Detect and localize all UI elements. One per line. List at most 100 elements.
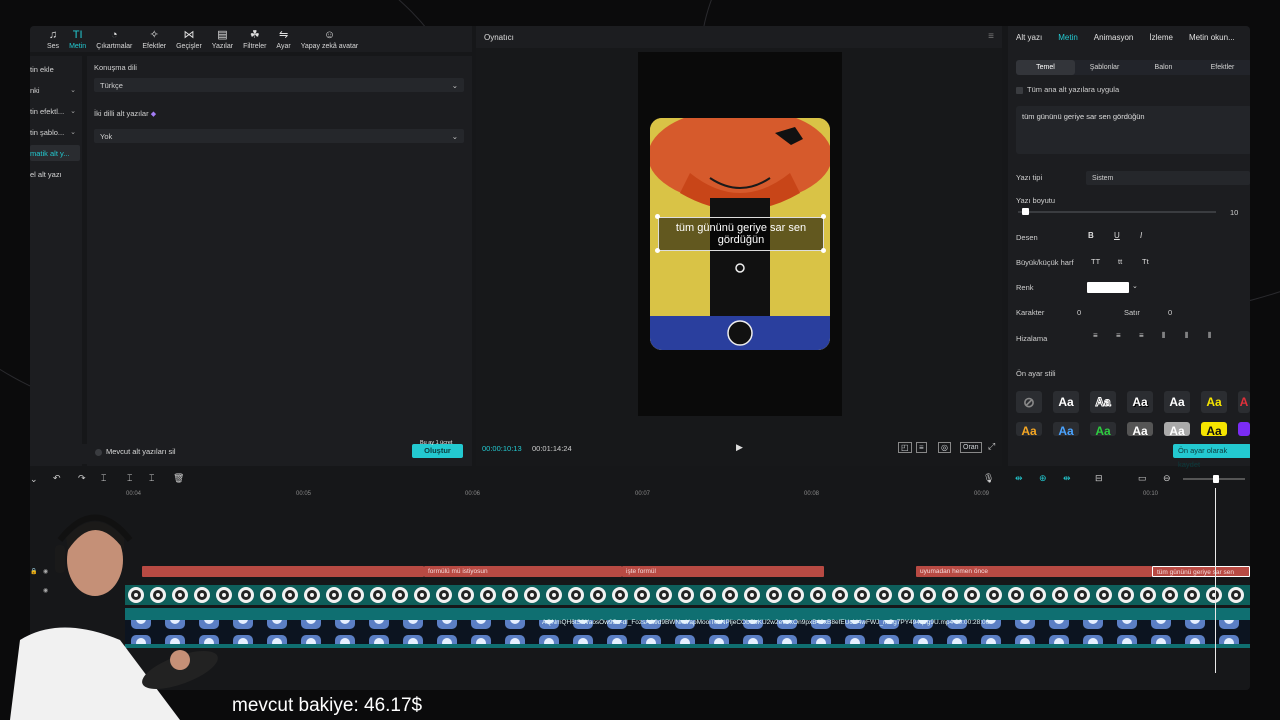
preset-style[interactable]: Aa <box>1201 422 1227 438</box>
subtab-efektler[interactable]: Efektler <box>1193 60 1250 75</box>
align-left-icon[interactable]: ≡ <box>1093 331 1098 340</box>
redo-icon[interactable]: ↷ <box>78 473 86 484</box>
color-swatch[interactable] <box>1087 282 1129 293</box>
align-vertical-icon[interactable]: ⦀ <box>1208 331 1212 341</box>
delete-icon[interactable]: 🗑 <box>173 473 184 484</box>
menu-icon[interactable]: ≡ <box>988 31 994 42</box>
zoom-out-icon[interactable]: ⊖ <box>1163 473 1171 484</box>
save-preset-button[interactable]: Ön ayar olarak kaydet <box>1173 444 1250 469</box>
line-spacing-value[interactable]: 0 <box>1168 308 1172 317</box>
preset-style[interactable]: Aa <box>1127 391 1153 413</box>
tool-ayar[interactable]: ⇋ Ayar <box>271 26 295 52</box>
preset-style[interactable]: Aa <box>1164 422 1190 438</box>
align-vertical-icon[interactable]: ⦀ <box>1185 331 1189 341</box>
tool-ses[interactable]: ♫ Ses <box>42 26 64 52</box>
checkbox[interactable] <box>95 448 102 456</box>
chevron-down-icon[interactable]: ⌄ <box>1132 282 1138 290</box>
bilingual-select[interactable]: Yok ⌄ <box>94 129 464 143</box>
resize-handle[interactable] <box>655 214 660 219</box>
delete-existing-toggle[interactable]: Mevcut alt yazıları sil <box>95 447 176 456</box>
subtab-balon[interactable]: Balon <box>1134 60 1193 75</box>
fullscreen-preview-icon[interactable]: ◰ <box>898 442 912 453</box>
tool-metin[interactable]: TI Metin <box>64 26 91 52</box>
zoom-slider[interactable] <box>1183 475 1245 483</box>
tool-yazilar[interactable]: ▤ Yazılar <box>207 26 238 52</box>
text-clip-selected[interactable]: tüm gününü geriye sar sen <box>1152 566 1250 577</box>
tool-cikartmalar[interactable]: ◔ Çıkartmalar <box>91 26 137 52</box>
caption-track-icon[interactable]: ▭ <box>1138 473 1147 484</box>
trim-left-icon[interactable]: ⌶ <box>127 473 132 484</box>
subtab-sablonlar[interactable]: Şablonlar <box>1075 60 1134 75</box>
tool-gecisler[interactable]: ⋈ Geçişler <box>171 26 207 52</box>
nav-metin-efektleri[interactable]: tin efektl... ⌄ <box>30 103 80 119</box>
text-clip[interactable]: işte formül <box>622 566 824 577</box>
italic-icon[interactable]: I <box>1140 231 1142 240</box>
resize-handle[interactable] <box>655 248 660 253</box>
slider-knob[interactable] <box>1021 208 1029 215</box>
checkbox[interactable] <box>1016 86 1023 94</box>
preview-axis-icon[interactable]: ⊟ <box>1095 473 1103 484</box>
nav-otomatik-alt-yazi[interactable]: matik alt y... <box>30 145 80 161</box>
resize-handle[interactable] <box>821 248 826 253</box>
underline-icon[interactable]: U <box>1114 231 1120 240</box>
play-icon[interactable]: ▶ <box>736 442 743 453</box>
size-slider[interactable] <box>1018 208 1216 215</box>
snap-icon[interactable]: ⇹ <box>1063 473 1071 484</box>
tab-animasyon[interactable]: Animasyon <box>1094 33 1134 42</box>
slider-knob[interactable] <box>1213 475 1219 483</box>
tool-efektler[interactable]: ✧ Efektler <box>137 26 171 52</box>
link-icon[interactable]: ⇹ <box>1015 473 1023 484</box>
subtab-temel[interactable]: Temel <box>1016 60 1075 75</box>
tab-metin[interactable]: Metin <box>1058 33 1078 42</box>
undo-icon[interactable]: ↶ <box>53 473 61 484</box>
preset-style[interactable]: Aa <box>1053 391 1079 413</box>
text-clip[interactable]: uyumadan hemen önce <box>916 566 1152 577</box>
char-spacing-value[interactable]: 0 <box>1077 308 1081 317</box>
tool-filtreler[interactable]: ☘ Filtreler <box>238 26 271 52</box>
align-center-icon[interactable]: ≡ <box>1116 331 1121 340</box>
tab-metin-okuma[interactable]: Metin okun... <box>1189 33 1235 42</box>
align-right-icon[interactable]: ≡ <box>1139 331 1144 340</box>
preset-none[interactable]: ⊘ <box>1016 391 1042 413</box>
nav-metin-sablonlari[interactable]: tin şablo... ⌄ <box>30 124 80 140</box>
expand-icon[interactable]: ⤢ <box>988 441 995 452</box>
preset-style[interactable]: Aa <box>1201 391 1227 413</box>
nav-metin-ekle[interactable]: tin ekle <box>30 61 80 77</box>
preset-style[interactable]: Aa <box>1053 422 1079 438</box>
preset-style[interactable]: Aa <box>1090 391 1116 413</box>
main-video-track[interactable] <box>125 608 1250 648</box>
preset-style[interactable]: Aa <box>1164 391 1190 413</box>
preset-style[interactable]: Aa <box>1090 422 1116 438</box>
chevron-down-icon[interactable]: ⌄ <box>30 474 38 485</box>
case-upper[interactable]: TT <box>1091 257 1100 266</box>
case-lower[interactable]: tt <box>1118 257 1122 266</box>
case-title[interactable]: Tt <box>1142 257 1149 266</box>
tab-izleme[interactable]: İzleme <box>1149 33 1173 42</box>
magnet-icon[interactable]: ⊕ <box>1039 473 1047 484</box>
crop-icon[interactable]: ◎ <box>938 442 951 453</box>
trim-right-icon[interactable]: ⌶ <box>149 473 154 484</box>
nav-yerel-alt-yazi[interactable]: el alt yazı <box>30 166 80 182</box>
tool-yapay-zeka-avatar[interactable]: ☺ Yapay zekâ avatar <box>296 26 363 52</box>
caption-overlay[interactable]: tüm gününü geriye sar sen gördüğün <box>658 217 824 251</box>
align-vertical-icon[interactable]: ⦀ <box>1162 331 1166 341</box>
microphone-icon[interactable]: 🎙 <box>983 473 994 484</box>
bold-icon[interactable]: B <box>1088 231 1094 240</box>
quality-icon[interactable]: ≡ <box>916 442 927 453</box>
split-icon[interactable]: ⌶ <box>101 473 106 484</box>
preset-style[interactable]: Aa <box>1127 422 1153 438</box>
video-preview[interactable]: tüm gününü geriye sar sen gördüğün <box>638 52 842 416</box>
overlay-track[interactable] <box>125 585 1250 605</box>
speech-language-select[interactable]: Türkçe ⌄ <box>94 78 464 92</box>
preset-style[interactable]: A <box>1238 391 1250 413</box>
tab-alt-yazi[interactable]: Alt yazı <box>1016 33 1042 42</box>
preset-style[interactable] <box>1238 422 1250 436</box>
create-button[interactable]: Oluştur <box>412 444 463 458</box>
font-select[interactable]: Sistem <box>1086 171 1250 185</box>
ratio-button[interactable]: Oran <box>960 442 982 453</box>
apply-all-toggle[interactable]: Tüm ana alt yazılara uygula <box>1016 85 1119 94</box>
resize-handle[interactable] <box>821 214 826 219</box>
playhead[interactable] <box>1215 488 1216 673</box>
preset-style[interactable]: Aa <box>1016 422 1042 438</box>
text-clip[interactable]: formülü mü istiyosun <box>424 566 622 577</box>
